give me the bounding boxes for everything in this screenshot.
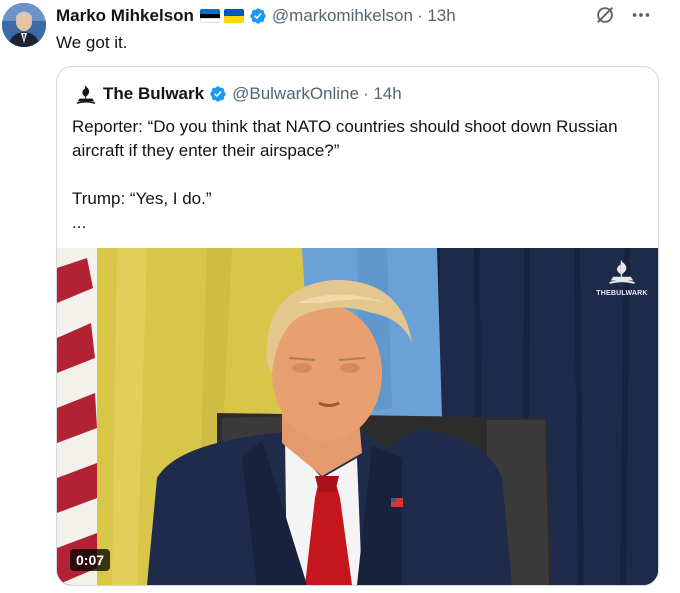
quote-author-name[interactable]: The Bulwark — [103, 84, 204, 104]
more-options-icon[interactable] — [630, 4, 652, 26]
video-frame — [57, 248, 658, 585]
grok-icon[interactable] — [594, 4, 616, 26]
verified-badge-icon — [250, 8, 266, 24]
bulwark-watermark-logo-icon — [609, 260, 635, 284]
quote-header: The Bulwark @BulwarkOnline · 14h — [75, 83, 402, 105]
author-handle[interactable]: @markomihkelson — [272, 6, 413, 26]
watermark-text: THEBULWARK — [596, 290, 648, 297]
bulwark-logo-icon — [76, 85, 96, 104]
video-duration: 0:07 — [70, 549, 111, 571]
tweet-actions — [594, 4, 652, 26]
quoted-tweet[interactable]: The Bulwark @BulwarkOnline · 14h Reporte… — [56, 66, 659, 586]
bulwark-watermark: THEBULWARK — [596, 258, 648, 297]
tweet-header: Marko Mihkelson @markomihkelson · 13h — [56, 5, 680, 27]
verified-badge-icon — [210, 86, 226, 102]
tweet-time[interactable]: · 13h — [417, 6, 456, 26]
tweet-text: We got it. — [56, 33, 128, 52]
avatar[interactable] — [2, 3, 46, 47]
quote-text: Reporter: “Do you think that NATO countr… — [72, 117, 618, 232]
ukraine-flag-icon — [223, 9, 244, 23]
quote-author-handle[interactable]: @BulwarkOnline — [232, 84, 359, 104]
estonia-flag-icon — [199, 9, 220, 23]
video-player[interactable]: THEBULWARK 0:07 — [57, 248, 658, 585]
author-name[interactable]: Marko Mihkelson — [56, 6, 194, 26]
quote-time[interactable]: · 14h — [363, 84, 402, 104]
